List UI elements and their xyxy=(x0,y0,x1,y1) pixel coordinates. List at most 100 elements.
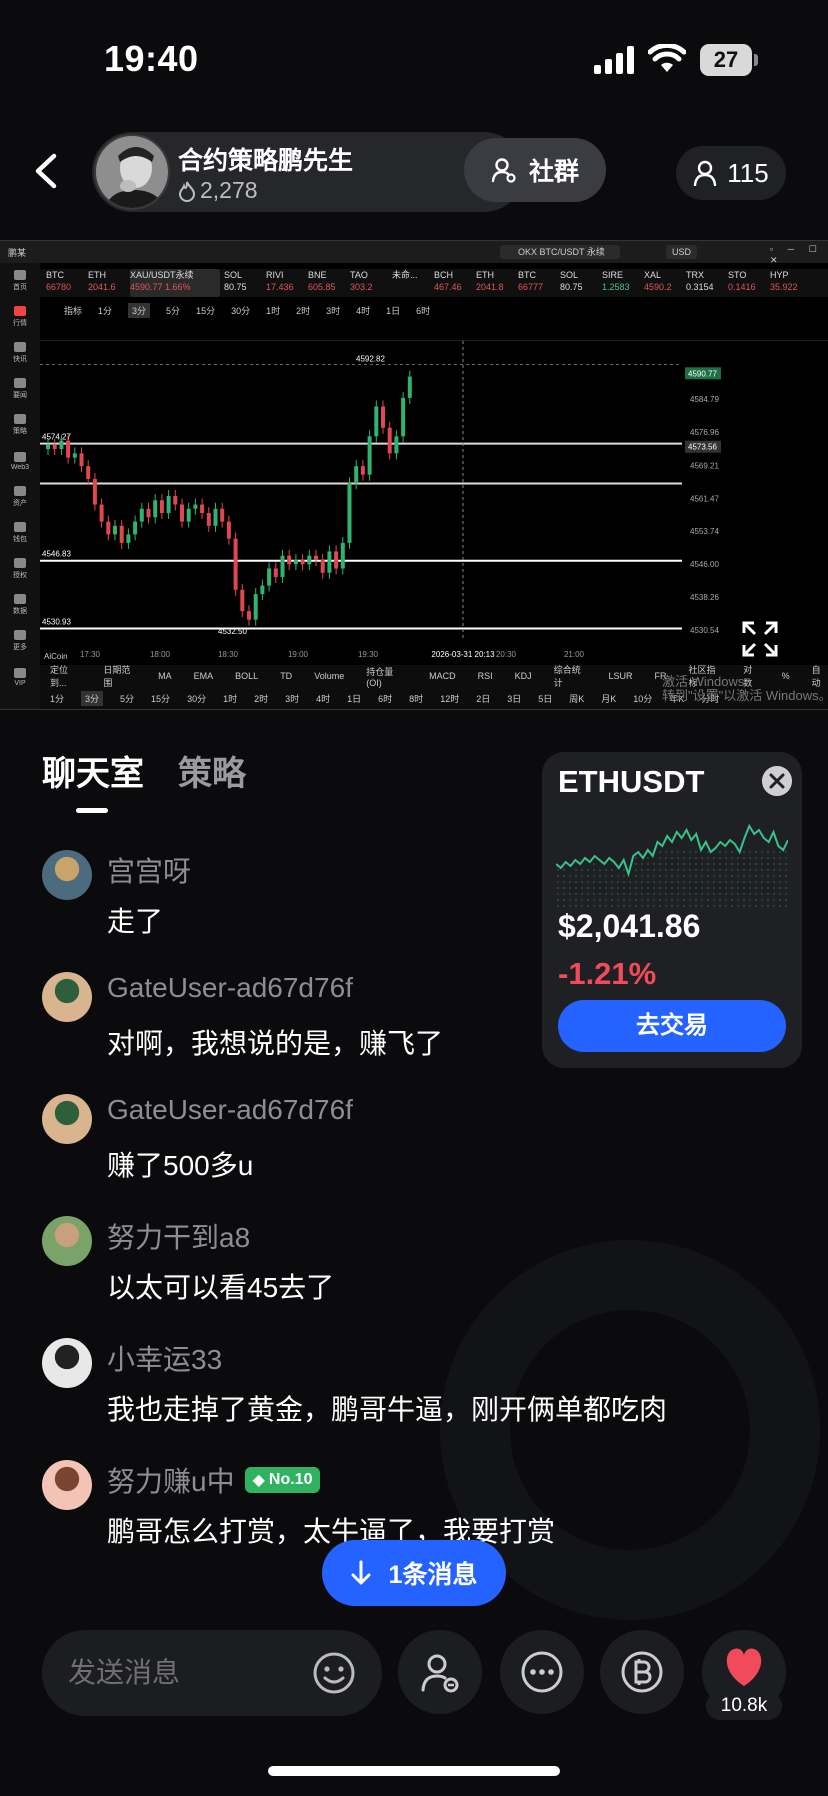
eth-sparkline-dot xyxy=(683,869,685,871)
candle xyxy=(280,555,285,578)
eth-price-widget[interactable]: ETHUSDT $2,041.86 -1.21% 去交易 xyxy=(542,752,802,1068)
stream-timeframe: 5分 xyxy=(166,305,181,316)
eth-sparkline-dot xyxy=(743,857,745,859)
stream-timeframe: 指标 xyxy=(64,305,83,316)
fullscreen-icon[interactable] xyxy=(742,621,778,657)
eth-sparkline-dot xyxy=(731,893,733,895)
eth-sparkline-dot xyxy=(611,893,613,895)
tab-strategy[interactable]: 策略 xyxy=(178,746,246,795)
eth-sparkline-dot xyxy=(617,881,619,883)
tab-chat-room[interactable]: 聊天室 xyxy=(42,746,144,795)
eth-sparkline-dot xyxy=(749,857,751,859)
axis-price-label: 4584.79 xyxy=(690,395,719,404)
eth-sparkline-dot xyxy=(593,881,595,883)
candle xyxy=(146,508,151,518)
candle xyxy=(139,508,144,522)
message-username[interactable]: 宫宫呀 xyxy=(107,850,191,890)
eth-sparkline-dot xyxy=(659,881,661,883)
eth-sparkline-dot xyxy=(647,869,649,871)
eth-sparkline-dot xyxy=(731,857,733,859)
axis-price-label: 4530.54 xyxy=(690,626,719,635)
eth-sparkline-dot xyxy=(737,875,739,877)
eth-sparkline-dot xyxy=(749,899,751,901)
eth-sparkline-dot xyxy=(635,875,637,877)
eth-sparkline-dot xyxy=(599,893,601,895)
eth-sparkline-dot xyxy=(677,875,679,877)
user-avatar[interactable] xyxy=(42,1094,92,1144)
follow-host-button[interactable] xyxy=(398,1630,482,1714)
candle xyxy=(200,504,205,514)
eth-sparkline-dot xyxy=(605,881,607,883)
person-icon xyxy=(694,160,717,186)
eth-sparkline-dot xyxy=(575,875,577,877)
trade-button[interactable]: 去交易 xyxy=(558,1000,786,1052)
candle xyxy=(86,466,91,479)
stream-timeframe: 30分 xyxy=(231,305,251,316)
message-username[interactable]: GateUser-ad67d76f xyxy=(107,1094,353,1126)
eth-sparkline-dot xyxy=(659,863,661,865)
stream-window-title: 鹏某 xyxy=(8,248,27,258)
stream-period: 15分 xyxy=(151,693,171,704)
candle xyxy=(253,594,258,620)
eth-sparkline-dot xyxy=(557,905,559,907)
eth-sparkline-dot xyxy=(731,887,733,889)
user-avatar[interactable] xyxy=(42,1460,92,1510)
stream-nav-label: 首页 xyxy=(13,284,27,291)
more-options-button[interactable] xyxy=(500,1630,584,1714)
user-avatar[interactable] xyxy=(42,850,92,900)
candle xyxy=(66,440,71,458)
stream-ticker-symbol: HYP xyxy=(770,270,789,280)
tip-coin-button[interactable] xyxy=(600,1630,684,1714)
host-info[interactable]: 合约策略鹏先生 2,278 社群 xyxy=(92,132,606,212)
eth-sparkline-dot xyxy=(779,905,781,907)
eth-sparkline-dot xyxy=(671,899,673,901)
time-axis-label: 18:30 xyxy=(218,650,239,659)
host-avatar[interactable] xyxy=(94,134,170,210)
close-icon[interactable] xyxy=(762,766,792,796)
candle xyxy=(320,559,325,573)
candle xyxy=(106,521,111,535)
message-username[interactable]: GateUser-ad67d76f xyxy=(107,972,353,1004)
message-username[interactable]: 努力干到a8 xyxy=(107,1216,250,1256)
viewer-count[interactable]: 115 xyxy=(676,146,786,200)
stream-ticker-price: 2041.6 xyxy=(88,282,116,292)
eth-sparkline-dot xyxy=(725,857,727,859)
back-arrow-icon[interactable] xyxy=(24,146,70,196)
eth-sparkline-dot xyxy=(611,869,613,871)
candle xyxy=(153,500,158,518)
stream-timeframe-bar: 指标 1分 3分 5分 15分 30分 1时 2时 3时 4时 1日 6时 xyxy=(40,299,828,321)
eth-sparkline-dot xyxy=(755,881,757,883)
user-avatar[interactable] xyxy=(42,1338,92,1388)
username-text: 努力干到a8 xyxy=(107,1222,251,1253)
battery-level: 27 xyxy=(700,44,752,76)
stream-ticker-symbol: BCH xyxy=(434,270,454,280)
stream-nav-label: 更多 xyxy=(13,644,27,651)
eth-sparkline-dot xyxy=(701,869,703,871)
eth-sparkline-dot xyxy=(647,893,649,895)
eth-sparkline-dot xyxy=(701,887,703,889)
live-stream-view[interactable]: 鹏某 OKX BTC/USDT 永续 USD ▫ ─ ☐ ✕ 首页 行情 快讯 要闻策… xyxy=(0,240,828,710)
eth-sparkline-dot xyxy=(641,869,643,871)
stream-nav-item: 要闻 xyxy=(0,371,40,407)
eth-sparkline-dot xyxy=(779,863,781,865)
community-button[interactable]: 社群 xyxy=(464,138,606,202)
stream-left-nav: 首页 行情 快讯 要闻 策略 Web3 资产 钱包 授权 数据 更多 VIP xyxy=(0,263,40,709)
stream-drawing-toolbar xyxy=(40,321,828,341)
stream-ticker-symbol: ETH xyxy=(476,270,494,280)
message-username[interactable]: 努力赚u中 ◆ No.10 xyxy=(107,1460,321,1500)
eth-sparkline-dot xyxy=(737,863,739,865)
emoji-icon[interactable] xyxy=(312,1651,356,1695)
candle xyxy=(401,397,406,437)
user-avatar[interactable] xyxy=(42,972,92,1022)
eth-sparkline-dot xyxy=(575,899,577,901)
user-avatar[interactable] xyxy=(42,1216,92,1266)
eth-sparkline-dot xyxy=(749,881,751,883)
eth-sparkline-dot xyxy=(689,869,691,871)
time-axis-label: 2026-03-31 20:13 xyxy=(431,650,495,659)
eth-sparkline-dot xyxy=(725,899,727,901)
eth-sparkline-dot xyxy=(707,863,709,865)
eth-sparkline-dot xyxy=(755,863,757,865)
message-username[interactable]: 小幸运33 xyxy=(107,1338,222,1378)
new-message-button[interactable]: 1条消息 xyxy=(322,1540,506,1606)
candle xyxy=(300,559,305,565)
